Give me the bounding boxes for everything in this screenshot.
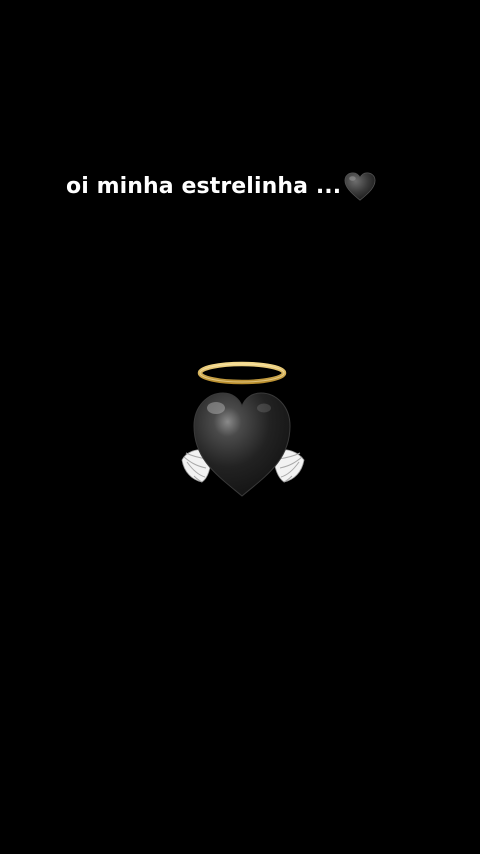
caption: oi minha estrelinha ...: [66, 168, 377, 204]
big-black-heart-icon: [193, 392, 291, 497]
halo-icon: [197, 361, 287, 385]
caption-text: oi minha estrelinha ...: [66, 173, 342, 199]
black-heart-icon: [344, 172, 376, 201]
angel-heart-graphic: [178, 356, 308, 502]
story-screen: { "caption": { "text": "oi minha estreli…: [0, 0, 480, 854]
angel-heart-icon: [181, 361, 305, 497]
